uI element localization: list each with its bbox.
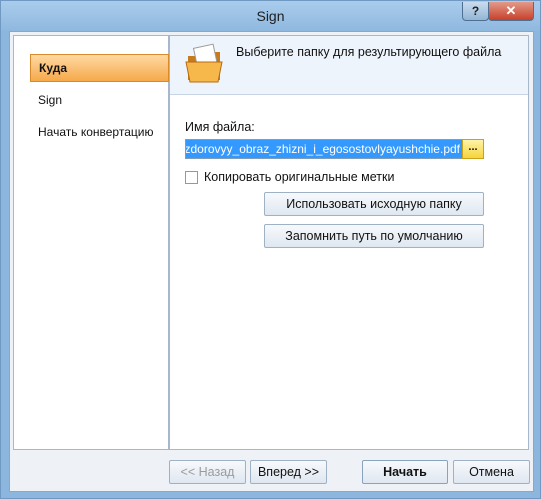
wizard-steps-sidebar: Куда Sign Начать конвертацию [13, 35, 169, 450]
sidebar-item-start-conversion[interactable]: Начать конвертацию [30, 119, 153, 145]
dialog-body: Куда Sign Начать конвертацию Выберите па… [9, 31, 534, 492]
folder-document-icon [185, 43, 223, 83]
title-bar[interactable]: Sign ? ✕ [1, 1, 540, 31]
use-source-folder-button[interactable]: Использовать исходную папку [264, 192, 484, 216]
close-button[interactable]: ✕ [488, 2, 534, 21]
dialog-window: Sign ? ✕ Куда Sign Начать конвертацию Вы… [0, 0, 541, 499]
back-button[interactable]: << Назад [169, 460, 246, 484]
copy-tags-label: Копировать оригинальные метки [204, 170, 395, 184]
sidebar-item-sign[interactable]: Sign [30, 87, 62, 113]
step-content-panel: Выберите папку для результирующего файла… [169, 35, 529, 450]
copy-tags-checkbox[interactable] [185, 170, 198, 184]
window-title: Sign [256, 8, 285, 24]
step-description: Выберите папку для результирующего файла [236, 45, 502, 59]
copy-tags-option[interactable]: Копировать оригинальные метки [185, 169, 395, 185]
next-button[interactable]: Вперед >> [250, 460, 327, 484]
file-name-input[interactable]: zdorovyy_obraz_zhizni_i_egosostovlyayush… [185, 139, 463, 159]
help-button[interactable]: ? [462, 2, 489, 21]
cancel-button[interactable]: Отмена [453, 460, 530, 484]
sidebar-item-destination[interactable]: Куда [30, 54, 169, 82]
remember-default-path-button[interactable]: Запомнить путь по умолчанию [264, 224, 484, 248]
step-header: Выберите папку для результирующего файла [170, 36, 528, 95]
browse-button[interactable]: ... [462, 139, 484, 159]
file-name-label: Имя файла: [185, 120, 255, 134]
dialog-footer: << Назад Вперед >> Начать Отмена [10, 450, 533, 491]
start-button[interactable]: Начать [362, 460, 448, 484]
